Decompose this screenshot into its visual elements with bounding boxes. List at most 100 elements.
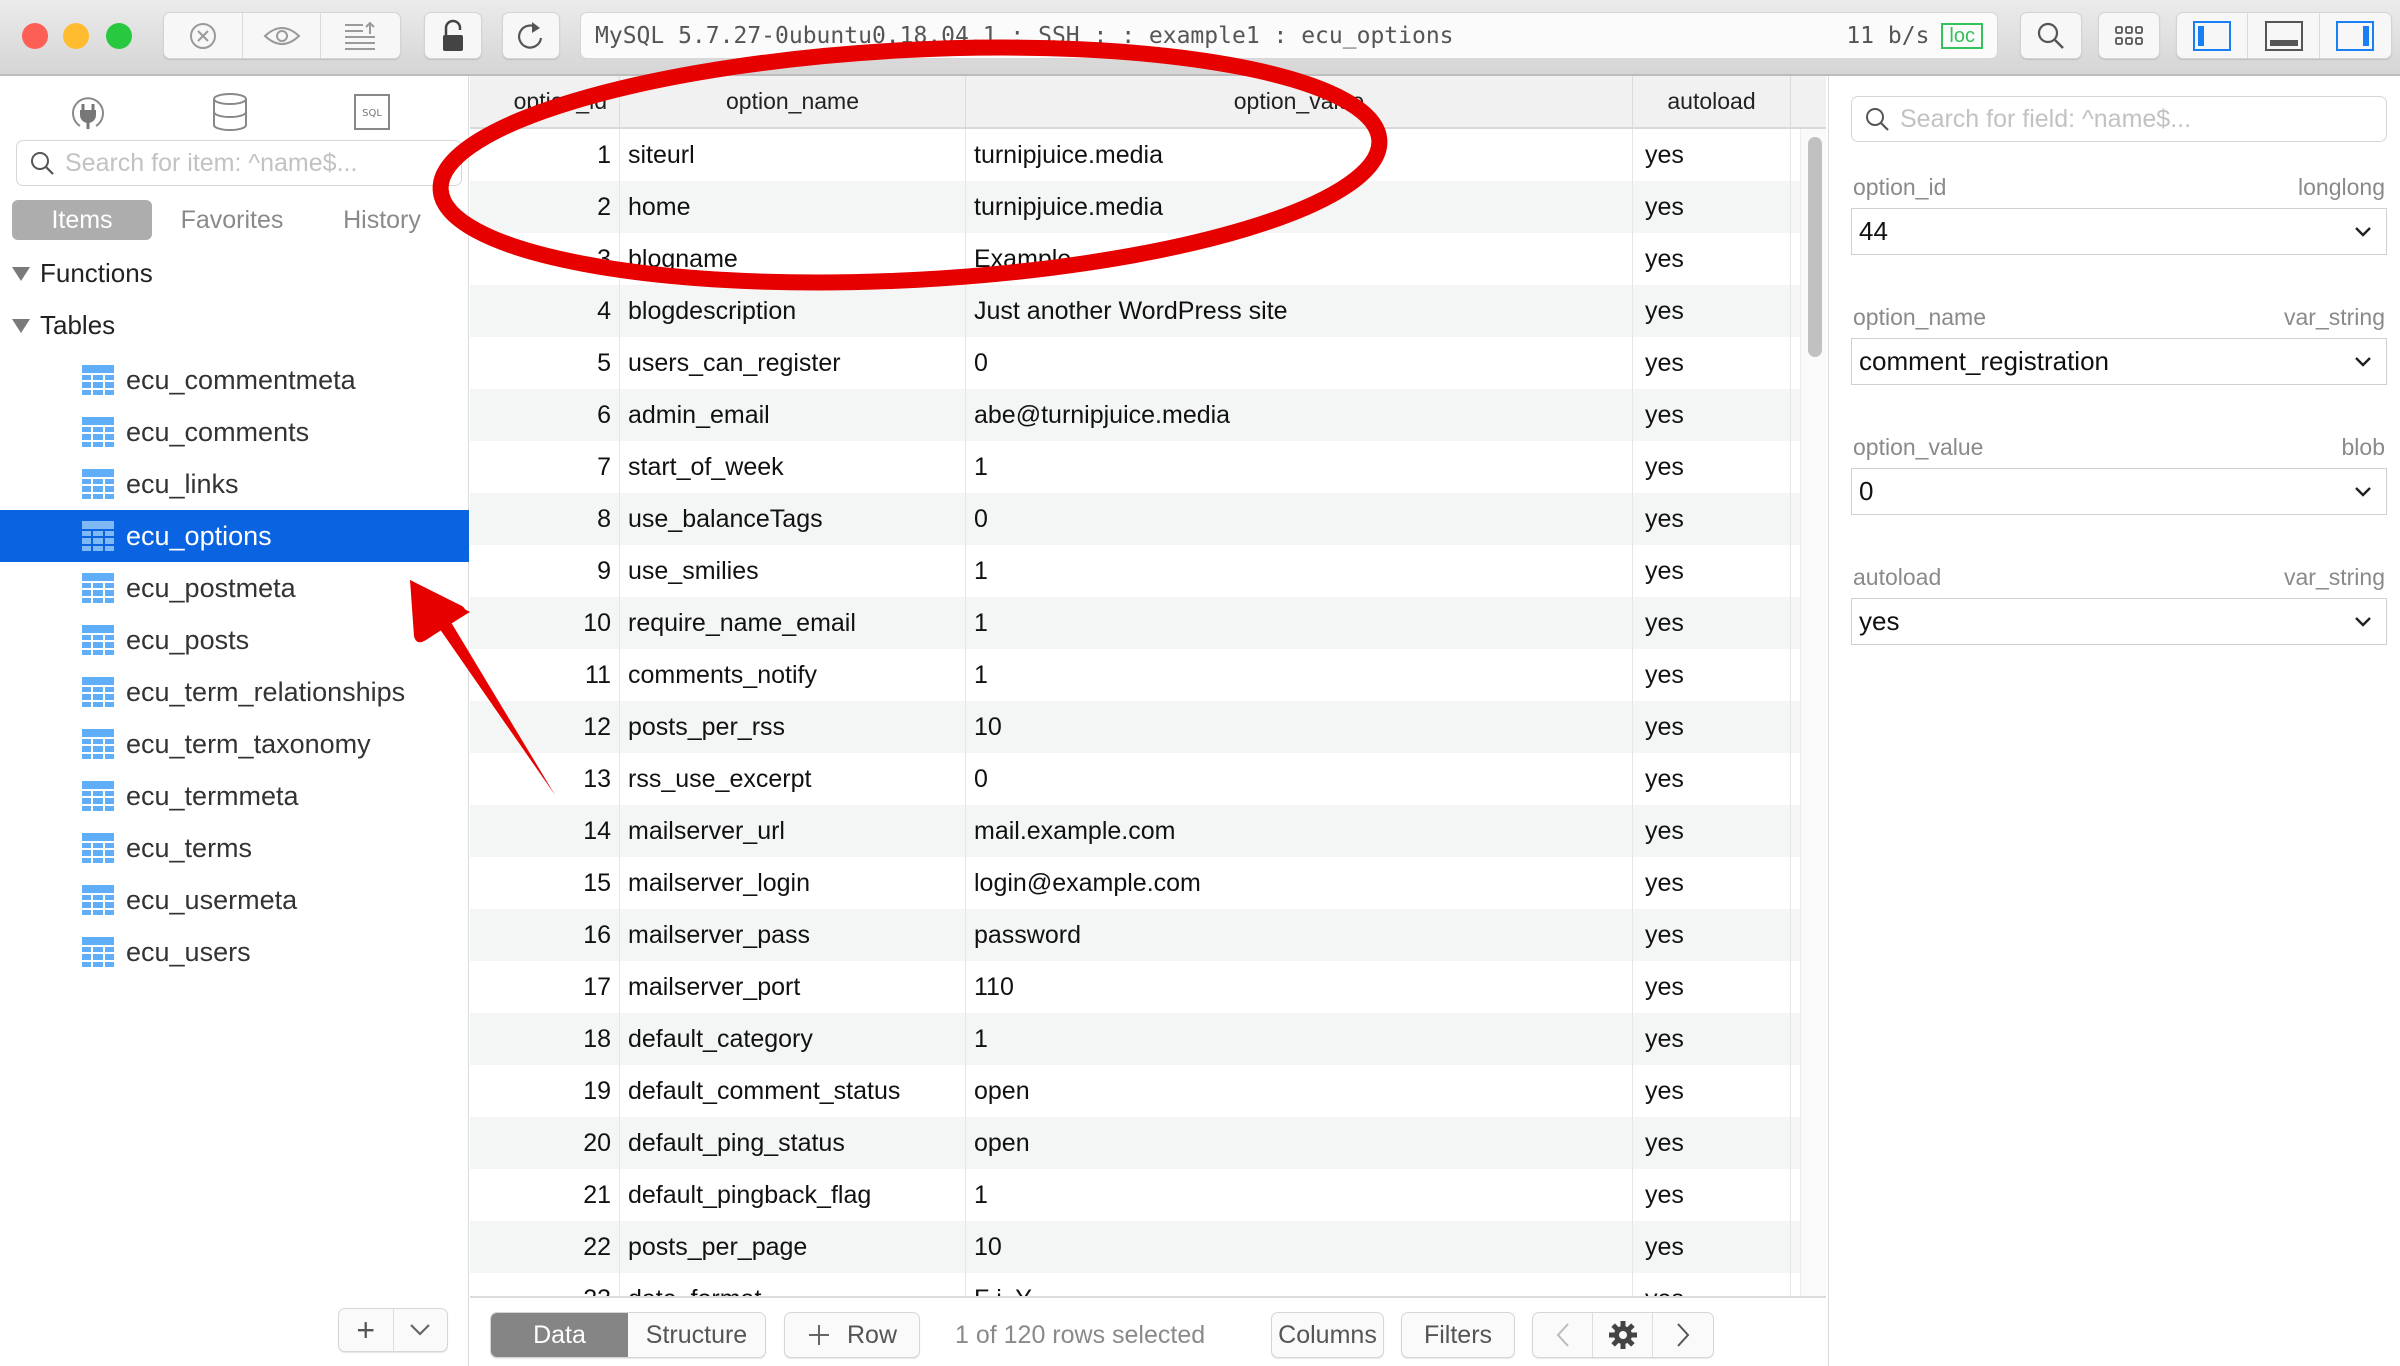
sidebar-table-item[interactable]: ecu_term_taxonomy — [0, 718, 469, 770]
cell-option-id[interactable]: 9 — [470, 545, 620, 597]
table-row[interactable]: 2 home turnipjuice.media yes — [470, 181, 1800, 233]
table-row[interactable]: 3 blogname Example yes — [470, 233, 1800, 285]
column-header-option-name[interactable]: option_name — [620, 76, 966, 127]
cell-autoload[interactable]: yes — [1633, 493, 1791, 545]
lock-button[interactable] — [424, 12, 482, 59]
cell-option-value[interactable]: 1 — [966, 1169, 1633, 1221]
cell-option-name[interactable]: mailserver_port — [620, 961, 966, 1013]
cell-autoload[interactable]: yes — [1633, 1065, 1791, 1117]
cell-option-name[interactable]: posts_per_rss — [620, 701, 966, 753]
cell-option-id[interactable]: 17 — [470, 961, 620, 1013]
cell-option-id[interactable]: 20 — [470, 1117, 620, 1169]
cell-option-value[interactable]: Example — [966, 233, 1633, 285]
table-row[interactable]: 20 default_ping_status open yes — [470, 1117, 1800, 1169]
cell-autoload[interactable]: yes — [1633, 857, 1791, 909]
cell-option-name[interactable]: require_name_email — [620, 597, 966, 649]
refresh-button[interactable] — [502, 12, 560, 59]
table-row[interactable]: 5 users_can_register 0 yes — [470, 337, 1800, 389]
cell-autoload[interactable]: yes — [1633, 961, 1791, 1013]
cell-option-id[interactable]: 11 — [470, 649, 620, 701]
table-row[interactable]: 21 default_pingback_flag 1 yes — [470, 1169, 1800, 1221]
cell-option-value[interactable]: 0 — [966, 493, 1633, 545]
cell-option-name[interactable]: default_comment_status — [620, 1065, 966, 1117]
cell-option-id[interactable]: 15 — [470, 857, 620, 909]
table-row[interactable]: 4 blogdescription Just another WordPress s… — [470, 285, 1800, 337]
cell-option-id[interactable]: 7 — [470, 441, 620, 493]
cell-option-name[interactable]: mailserver_url — [620, 805, 966, 857]
cell-option-value[interactable]: 110 — [966, 961, 1633, 1013]
cell-autoload[interactable]: yes — [1633, 129, 1791, 181]
add-options-button[interactable] — [394, 1309, 448, 1351]
cell-option-name[interactable]: default_ping_status — [620, 1117, 966, 1169]
cell-autoload[interactable]: yes — [1633, 1013, 1791, 1065]
table-row[interactable]: 9 use_smilies 1 yes — [470, 545, 1800, 597]
column-header-autoload[interactable]: autoload — [1633, 76, 1791, 127]
search-button[interactable] — [2020, 12, 2082, 59]
cell-option-id[interactable]: 13 — [470, 753, 620, 805]
column-header-option-id[interactable]: option_id — [470, 76, 620, 127]
table-row[interactable]: 6 admin_email abe@turnipjuice.media yes — [470, 389, 1800, 441]
cell-autoload[interactable]: yes — [1633, 1273, 1791, 1296]
cell-autoload[interactable]: yes — [1633, 181, 1791, 233]
cell-option-id[interactable]: 8 — [470, 493, 620, 545]
sidebar-table-item[interactable]: ecu_commentmeta — [0, 354, 469, 406]
toggle-left-panel-button[interactable] — [2177, 13, 2249, 58]
cell-option-name[interactable]: use_balanceTags — [620, 493, 966, 545]
cell-option-id[interactable]: 16 — [470, 909, 620, 961]
tab-structure[interactable]: Structure — [628, 1313, 765, 1357]
table-row[interactable]: 18 default_category 1 yes — [470, 1013, 1800, 1065]
table-row[interactable]: 16 mailserver_pass password yes — [470, 909, 1800, 961]
cell-option-value[interactable]: 1 — [966, 1013, 1633, 1065]
cell-option-value[interactable]: 0 — [966, 753, 1633, 805]
table-row[interactable]: 12 posts_per_rss 10 yes — [470, 701, 1800, 753]
table-row[interactable]: 10 require_name_email 1 yes — [470, 597, 1800, 649]
import-button[interactable] — [321, 13, 400, 58]
sql-query-button[interactable]: SQL — [350, 90, 394, 134]
cell-option-name[interactable]: posts_per_page — [620, 1221, 966, 1273]
item-search-field[interactable] — [16, 140, 462, 186]
tab-items[interactable]: Items — [12, 200, 152, 240]
table-row[interactable]: 23date_formatF j, Yyes — [470, 1273, 1800, 1296]
cell-option-value[interactable]: turnipjuice.media — [966, 129, 1633, 181]
cell-option-id[interactable]: 5 — [470, 337, 620, 389]
sidebar-table-item[interactable]: ecu_posts — [0, 614, 469, 666]
functions-group[interactable]: Functions — [12, 258, 153, 289]
cell-autoload[interactable]: yes — [1633, 909, 1791, 961]
cell-option-name[interactable]: home — [620, 181, 966, 233]
cell-option-name[interactable]: admin_email — [620, 389, 966, 441]
cell-option-name[interactable]: comments_notify — [620, 649, 966, 701]
field-search-input[interactable] — [1900, 104, 2380, 134]
cell-option-name[interactable]: users_can_register — [620, 337, 966, 389]
table-row[interactable]: 8 use_balanceTags 0 yes — [470, 493, 1800, 545]
cell-option-value[interactable]: 10 — [966, 701, 1633, 753]
cell-option-id[interactable]: 12 — [470, 701, 620, 753]
add-row-button[interactable]: Row — [784, 1312, 920, 1358]
cell-option-id[interactable]: 10 — [470, 597, 620, 649]
cell-option-name[interactable]: blogdescription — [620, 285, 966, 337]
cell-option-name[interactable]: default_pingback_flag — [620, 1169, 966, 1221]
sidebar-table-item[interactable]: ecu_terms — [0, 822, 469, 874]
cell-option-id[interactable]: 14 — [470, 805, 620, 857]
cell-autoload[interactable]: yes — [1633, 545, 1791, 597]
cell-option-value[interactable]: open — [966, 1117, 1633, 1169]
toggle-bottom-panel-button[interactable] — [2248, 13, 2320, 58]
cell-option-value[interactable]: 10 — [966, 1221, 1633, 1273]
table-row[interactable]: 22 posts_per_page 10 yes — [470, 1221, 1800, 1273]
cell-option-value[interactable]: abe@turnipjuice.media — [966, 389, 1633, 441]
sidebar-table-item[interactable]: ecu_links — [0, 458, 469, 510]
field-value-dropdown[interactable]: 44 — [1851, 208, 2387, 255]
table-row[interactable]: 15 mailserver_login login@example.com yes — [470, 857, 1800, 909]
previous-page-button[interactable] — [1533, 1313, 1593, 1357]
cell-autoload[interactable]: yes — [1633, 649, 1791, 701]
cell-option-value[interactable]: 1 — [966, 597, 1633, 649]
cell-option-id[interactable]: 2 — [470, 181, 620, 233]
cell-autoload[interactable]: yes — [1633, 597, 1791, 649]
cell-option-value[interactable]: 1 — [966, 545, 1633, 597]
field-search-field[interactable] — [1851, 96, 2387, 142]
minimize-window-button[interactable] — [63, 23, 89, 49]
cell-option-name[interactable]: use_smilies — [620, 545, 966, 597]
cell-autoload[interactable]: yes — [1633, 753, 1791, 805]
preview-button[interactable] — [243, 13, 321, 58]
close-window-button[interactable] — [22, 23, 48, 49]
cell-option-name[interactable]: blogname — [620, 233, 966, 285]
